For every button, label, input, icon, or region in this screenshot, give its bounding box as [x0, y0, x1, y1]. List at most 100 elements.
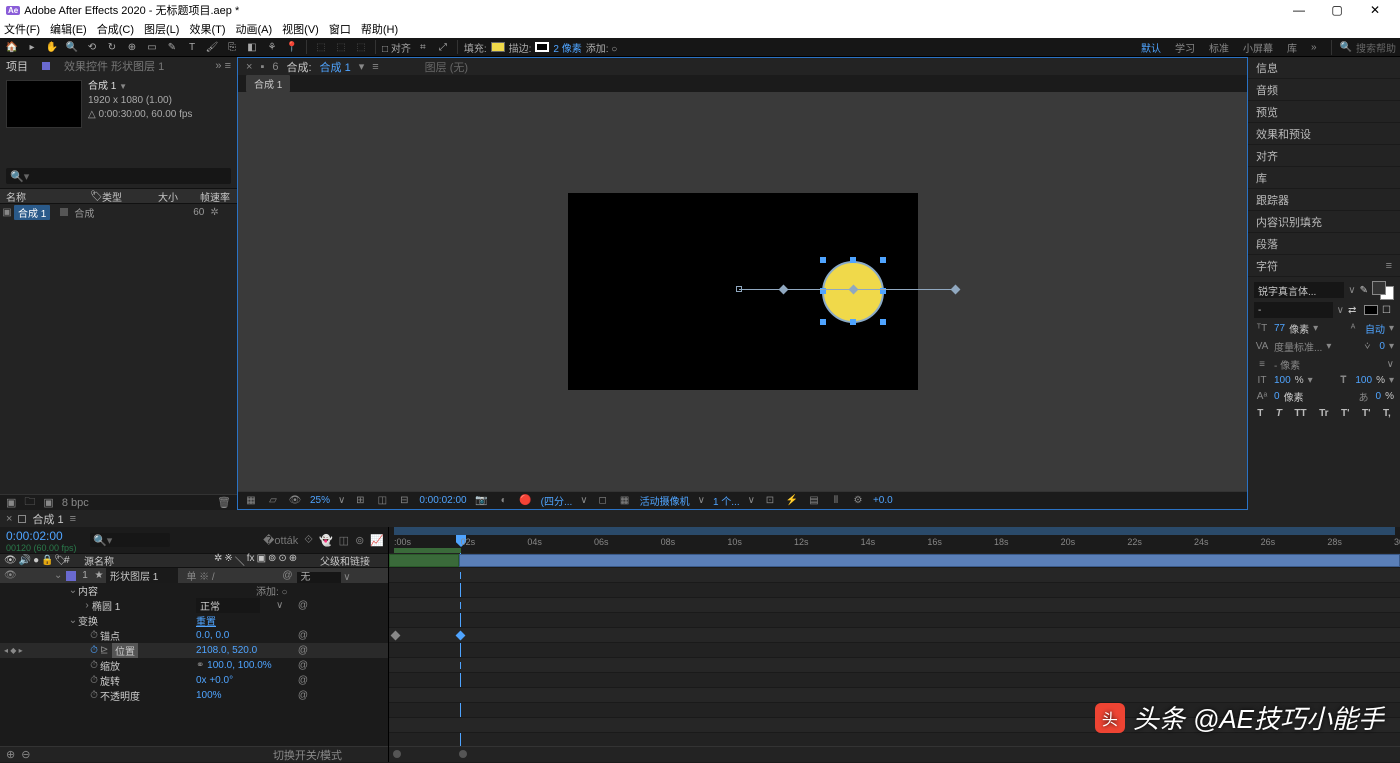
font-style-select[interactable]: - — [1254, 302, 1333, 318]
pickwhip-icon[interactable]: @ — [296, 600, 310, 611]
track-row[interactable] — [389, 553, 1400, 568]
pixel-aspect-icon[interactable]: ⊡ — [763, 495, 777, 506]
clone-tool-icon[interactable]: ⎘ — [224, 39, 240, 55]
prop-transform[interactable]: ⌄ 变换 重置 — [0, 613, 388, 628]
zoom-level[interactable]: 25% — [310, 495, 330, 506]
workspace-library[interactable]: 库 — [1287, 40, 1297, 55]
navigator-handle-end[interactable] — [459, 750, 467, 758]
menu-effect[interactable]: 效果(T) — [189, 21, 225, 37]
comp-thumbnail[interactable] — [6, 80, 82, 128]
shy-icon[interactable]: 👻 — [319, 534, 333, 547]
snap-collapse-icon[interactable]: ⤢ — [435, 39, 451, 55]
grid-icon[interactable]: ⊟ — [397, 495, 411, 506]
tracking-value[interactable]: 0 — [1379, 341, 1385, 352]
rotation-value[interactable]: 0x +0.0° — [196, 675, 233, 686]
puppet-tool-icon[interactable]: 📍 — [284, 39, 300, 55]
layer-switches[interactable]: 单 ※ / — [182, 568, 282, 583]
timeline-search[interactable]: 🔍▾ — [90, 533, 170, 547]
workspace-default[interactable]: 默认 — [1141, 40, 1161, 55]
comp-tab-menu-icon[interactable]: ≡ — [372, 61, 378, 73]
workspace-learn[interactable]: 学习 — [1175, 40, 1195, 55]
selection-handle[interactable] — [850, 319, 856, 325]
separate-dims-icon[interactable]: ⊵ — [100, 645, 112, 656]
navigator-handle-start[interactable] — [393, 750, 401, 758]
close-button[interactable]: ✕ — [1356, 3, 1394, 17]
timeline-icon[interactable]: ▤ — [807, 495, 821, 506]
workspace-small[interactable]: 小屏幕 — [1243, 40, 1273, 55]
prop-position[interactable]: ◂ ◆ ▸ ⏱ ⊵ 位置 2108.0, 520.0 @ — [0, 643, 388, 658]
snap-edge-icon[interactable]: ⌗ — [415, 39, 431, 55]
keyframe-diamond-selected[interactable] — [456, 631, 466, 641]
pickwhip-icon[interactable]: @ — [296, 690, 310, 701]
opacity-value[interactable]: 100% — [196, 690, 222, 701]
selection-handle[interactable] — [820, 257, 826, 263]
layer-row[interactable]: 👁 ⌄ 1 ★ 形状图层 1 单 ※ / @ 无 ∨ — [0, 568, 388, 583]
menu-edit[interactable]: 编辑(E) — [50, 21, 87, 37]
brush-tool-icon[interactable]: 🖌 — [204, 39, 220, 55]
current-time[interactable]: 0:00:02:00 — [6, 529, 80, 543]
pickwhip-icon[interactable]: @ — [296, 630, 310, 641]
color-swatches[interactable] — [1372, 281, 1394, 299]
stroke-swatch[interactable] — [1364, 305, 1378, 315]
keyframe-nav[interactable]: ◂ ◆ ▸ — [4, 646, 23, 655]
world-axis-icon[interactable]: ⬚ — [333, 39, 349, 55]
panel-libraries[interactable]: 库 — [1248, 167, 1400, 189]
workspace-overflow-icon[interactable]: » — [1311, 42, 1317, 53]
view-axis-icon[interactable]: ⬚ — [353, 39, 369, 55]
stopwatch-active-icon[interactable]: ⏱ — [88, 645, 100, 656]
item-name[interactable]: 合成 1 — [14, 205, 50, 220]
prop-contents[interactable]: ⌄ 内容 添加: ○ — [0, 583, 388, 598]
menu-view[interactable]: 视图(V) — [282, 21, 319, 37]
comp-tab-name[interactable]: 合成 1 — [320, 59, 351, 75]
panel-tracker[interactable]: 跟踪器 — [1248, 189, 1400, 211]
add-shape-menu[interactable]: 添加: ○ — [586, 40, 618, 55]
comp-mini-flow-icon[interactable]: �ották — [263, 534, 298, 547]
layer-name[interactable]: 形状图层 1 — [106, 568, 178, 583]
twirl-icon[interactable]: ⌄ — [68, 585, 78, 596]
motion-keyframe[interactable] — [778, 285, 788, 295]
motion-keyframe-end[interactable] — [950, 285, 960, 295]
font-size-value[interactable]: 77 — [1274, 323, 1285, 334]
mask-icon[interactable]: 👁 — [288, 495, 302, 506]
render-toggle-icon[interactable]: ⊖ — [21, 748, 30, 761]
panel-paragraph[interactable]: 段落 — [1248, 233, 1400, 255]
panel-info[interactable]: 信息 — [1248, 57, 1400, 79]
tsume-value[interactable]: 0 — [1376, 391, 1382, 402]
tab-project[interactable]: 项目 — [6, 58, 28, 74]
menu-file[interactable]: 文件(F) — [4, 21, 40, 37]
faux-bold[interactable]: T — [1257, 408, 1263, 419]
snapping-toggle[interactable]: □ 对齐 — [382, 40, 411, 55]
minimize-button[interactable]: — — [1280, 3, 1318, 17]
fast-preview-icon[interactable]: ⚡ — [785, 495, 799, 506]
comp-mini-icon[interactable]: ▪ — [260, 61, 264, 73]
panel-menu-icon[interactable]: » ≡ — [215, 60, 231, 72]
selection-handle[interactable] — [880, 257, 886, 263]
col-fps[interactable]: 帧速率 — [200, 189, 234, 204]
visibility-toggle[interactable]: 👁 — [4, 570, 17, 581]
frame-blend-icon[interactable]: ◫ — [339, 534, 349, 547]
no-fill-icon[interactable]: ☐ — [1382, 305, 1394, 316]
type-tool-icon[interactable]: T — [184, 39, 200, 55]
comp-used-dropdown-icon[interactable]: ▼ — [119, 82, 127, 91]
position-value[interactable]: 2108.0, 520.0 — [196, 645, 257, 656]
channel-icon[interactable]: 🔴 — [519, 495, 533, 506]
view-layout[interactable]: 1 个... — [713, 493, 740, 508]
eraser-tool-icon[interactable]: ◧ — [244, 39, 260, 55]
prop-rotation[interactable]: ⏱ 旋转 0x +0.0° @ — [0, 673, 388, 688]
leading-value[interactable]: 自动 — [1365, 321, 1385, 336]
res-full-icon[interactable]: ⊞ — [353, 495, 367, 506]
col-label-icon[interactable]: 🏷 — [90, 191, 102, 202]
safe-zones-icon[interactable]: ◫ — [375, 495, 389, 506]
timeline-tab[interactable]: 合成 1 — [32, 511, 63, 527]
interpret-icon[interactable]: ▣ — [6, 496, 16, 509]
flowchart-button-icon[interactable]: ⫴ — [829, 495, 843, 506]
composition-canvas[interactable] — [568, 193, 918, 390]
transform-reset[interactable]: 重置 — [196, 613, 216, 628]
swap-colors-icon[interactable]: ⇄ — [1348, 305, 1360, 316]
help-search[interactable]: 🔍 搜索帮助 — [1331, 40, 1396, 55]
eyedropper-icon[interactable]: ✎ — [1360, 285, 1368, 296]
panel-audio[interactable]: 音频 — [1248, 79, 1400, 101]
flowchart-icon[interactable]: × — [246, 61, 252, 73]
layer-bar[interactable] — [459, 554, 1400, 567]
motion-blur-icon[interactable]: ⊚ — [355, 534, 364, 547]
